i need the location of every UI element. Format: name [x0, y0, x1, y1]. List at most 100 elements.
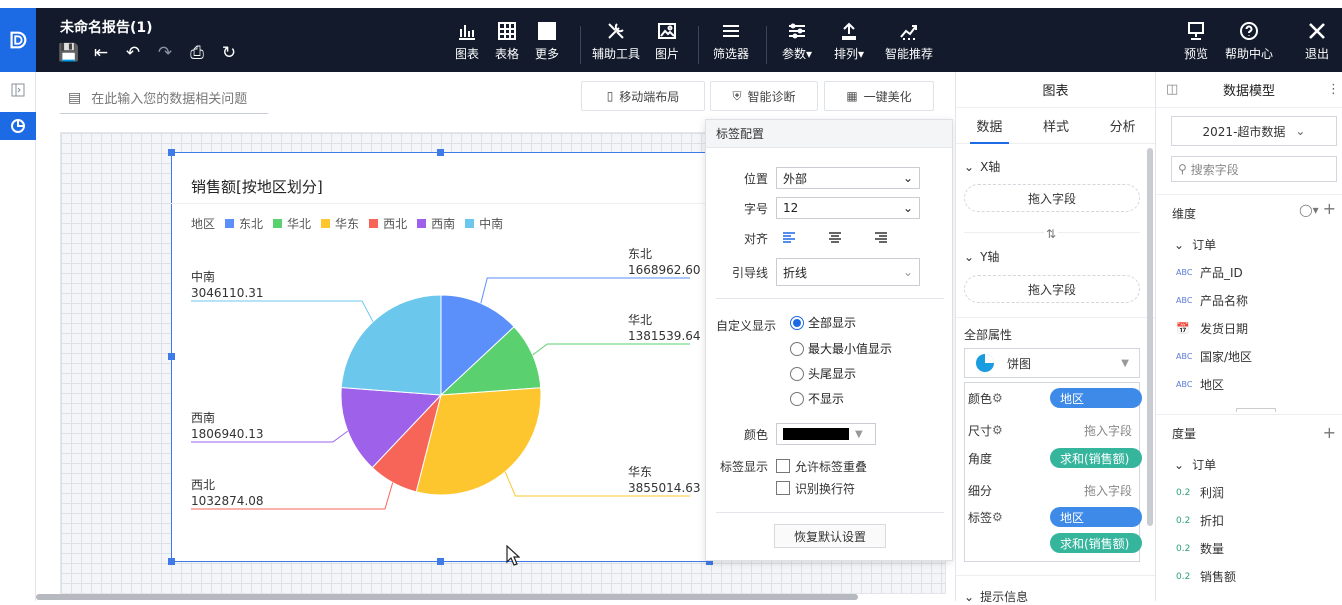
field-name: 发货日期	[1200, 322, 1249, 336]
wrap-checkbox[interactable]	[776, 481, 790, 495]
tooltip-header[interactable]: ⌄ 提示信息	[964, 588, 1028, 605]
add-icon[interactable]: +	[1323, 423, 1336, 442]
leader-line	[191, 300, 374, 322]
panel-scrollbar[interactable]	[1147, 148, 1153, 526]
color-picker[interactable]: ▼	[776, 423, 876, 445]
field-item[interactable]: ABC 国家/地区	[1176, 348, 1252, 365]
attr-label: 尺寸	[968, 423, 993, 438]
chart-type-select[interactable]: 饼图 ▼	[964, 348, 1140, 378]
swap-axes-icon[interactable]: ⇅	[1044, 227, 1059, 241]
chevron-down-icon: ⌄	[902, 265, 913, 279]
slice-name-label: 中南	[191, 269, 215, 284]
radio-show-all[interactable]: 全部显示	[790, 314, 856, 331]
gear-icon[interactable]: ⚙	[992, 391, 1003, 405]
panel-toggle-icon[interactable]: ◫	[1166, 82, 1178, 97]
gear-icon[interactable]: ⚙	[992, 510, 1003, 524]
field-pill[interactable]: 求和(销售额)	[1050, 448, 1142, 468]
text-type-icon: ABC	[1176, 296, 1193, 305]
field-item[interactable]: 0.2 销售额	[1176, 568, 1236, 585]
text-type-icon: ABC	[1176, 268, 1193, 277]
pie-slice[interactable]	[340, 294, 442, 396]
attr-label: 细分	[968, 483, 993, 498]
y-axis-header[interactable]: ⌄ Y轴	[964, 248, 999, 265]
more-icon[interactable]: ⋮	[1327, 82, 1340, 97]
field-search-input[interactable]: ⚲ 搜索字段	[1171, 156, 1337, 182]
horizontal-scrollbar[interactable]	[36, 594, 858, 600]
position-select[interactable]: 外部 ⌄	[776, 167, 920, 189]
field-item[interactable]: ABC 地区	[1176, 376, 1224, 393]
wrap-row: 识别换行符	[706, 476, 954, 500]
dataset-select[interactable]: 2021-超市数据 ⌄	[1171, 116, 1337, 146]
chevron-down-icon: ⌄	[902, 171, 913, 185]
slice-value-label: 3046110.31	[191, 286, 264, 300]
help-center-button[interactable]: 帮助中心	[1225, 20, 1273, 62]
chevron-down-icon: ⌄	[964, 249, 975, 264]
label-config-popup: 标签配置 位置 外部 ⌄ 字号 12 ⌄ 对齐 引导线 折线 ⌄ 自定义显示 全部显示…	[705, 119, 953, 561]
exit-button[interactable]: 退出	[1305, 20, 1329, 62]
drop-hint[interactable]: 拖入字段	[1084, 422, 1132, 439]
align-center-icon[interactable]	[828, 232, 842, 244]
guide-line-row: 引导线 折线 ⌄	[706, 258, 954, 286]
pie-type-icon	[976, 354, 994, 372]
globe-icon[interactable]: ◯▾	[1299, 203, 1318, 217]
drop-hint[interactable]: 拖入字段	[1084, 482, 1132, 499]
chart-tabs: 数据 样式 分析	[956, 108, 1156, 144]
x-axis-dropzone[interactable]: 拖入字段	[964, 184, 1140, 212]
field-pill[interactable]: 地区	[1050, 388, 1142, 408]
number-type-icon: 0.2	[1176, 487, 1191, 498]
measure-group[interactable]: ⌄ 订单	[1174, 456, 1216, 473]
attr-label: 颜色	[968, 391, 993, 406]
align-row: 对齐	[706, 226, 954, 250]
data-model-panel: ◫ 数据模型 ⋮ 2021-超市数据 ⌄ ⚲ 搜索字段 维度 ◯▾ + ⌄ 订单 ABC…	[1155, 72, 1342, 601]
attr-row: 尺寸 ⚙ 拖入字段	[968, 419, 1144, 441]
radio-hide[interactable]: 不显示	[790, 390, 844, 407]
field-item[interactable]: 0.2 数量	[1176, 540, 1224, 557]
field-name: 地区	[1200, 378, 1225, 392]
dimension-header: 维度	[1172, 207, 1197, 221]
field-item[interactable]: 📅 发货日期	[1176, 320, 1248, 337]
chevron-down-icon: ⌄	[902, 201, 913, 215]
dim-group[interactable]: ⌄ 订单	[1174, 236, 1216, 253]
radio-show-minmax[interactable]: 最大最小值显示	[790, 340, 892, 357]
y-axis-dropzone[interactable]: 拖入字段	[964, 275, 1140, 303]
number-type-icon: 0.2	[1176, 543, 1191, 554]
field-pill[interactable]: 求和(销售额)	[1050, 533, 1142, 553]
field-name: 利润	[1200, 486, 1225, 500]
align-right-icon[interactable]	[874, 232, 888, 244]
measure-header: 度量	[1172, 427, 1197, 441]
field-name: 数量	[1200, 542, 1225, 556]
gear-icon[interactable]: ⚙	[992, 423, 1003, 437]
field-pill[interactable]: 地区	[1050, 507, 1142, 527]
field-name: 产品名称	[1200, 294, 1249, 308]
tab-data[interactable]: 数据	[956, 108, 1023, 144]
slice-name-label: 华北	[628, 313, 652, 327]
align-left-icon[interactable]	[782, 232, 796, 244]
chevron-down-icon: ⌄	[1295, 124, 1306, 138]
text-type-icon: ABC	[1176, 380, 1193, 389]
add-icon[interactable]: +	[1323, 201, 1336, 217]
attr-row: 细分 拖入字段	[968, 479, 1144, 501]
mouse-cursor-icon	[506, 545, 520, 566]
chevron-down-icon: ▼	[855, 428, 863, 440]
slice-value-label: 1381539.64	[628, 329, 701, 343]
field-item[interactable]: ABC 产品_ID	[1176, 264, 1243, 281]
allow-overlap-checkbox[interactable]	[776, 459, 790, 473]
label-display-row: 标签显示 允许标签重叠	[719, 459, 868, 474]
fontsize-select[interactable]: 12 ⌄	[776, 197, 920, 219]
preview-button[interactable]: 预览	[1184, 20, 1208, 62]
attr-row: 角度 求和(销售额)	[968, 447, 1144, 469]
tab-style[interactable]: 样式	[1023, 108, 1090, 143]
x-axis-header[interactable]: ⌄ X轴	[964, 158, 1000, 175]
tab-analysis[interactable]: 分析	[1089, 108, 1156, 143]
field-item[interactable]: ABC 产品名称	[1176, 292, 1248, 309]
attr-label: 角度	[968, 451, 993, 466]
restore-default-button[interactable]: 恢复默认设置	[774, 524, 886, 548]
field-item[interactable]: 0.2 利润	[1176, 484, 1224, 501]
guide-line-select[interactable]: 折线 ⌄	[776, 258, 920, 286]
field-item[interactable]: 0.2 折扣	[1176, 512, 1224, 529]
attr-label: 标签	[968, 510, 993, 525]
radio-show-head-tail[interactable]: 头尾显示	[790, 365, 856, 382]
field-name: 产品_ID	[1200, 266, 1243, 280]
number-type-icon: 0.2	[1176, 515, 1191, 526]
chevron-down-icon: ▼	[1121, 357, 1129, 369]
